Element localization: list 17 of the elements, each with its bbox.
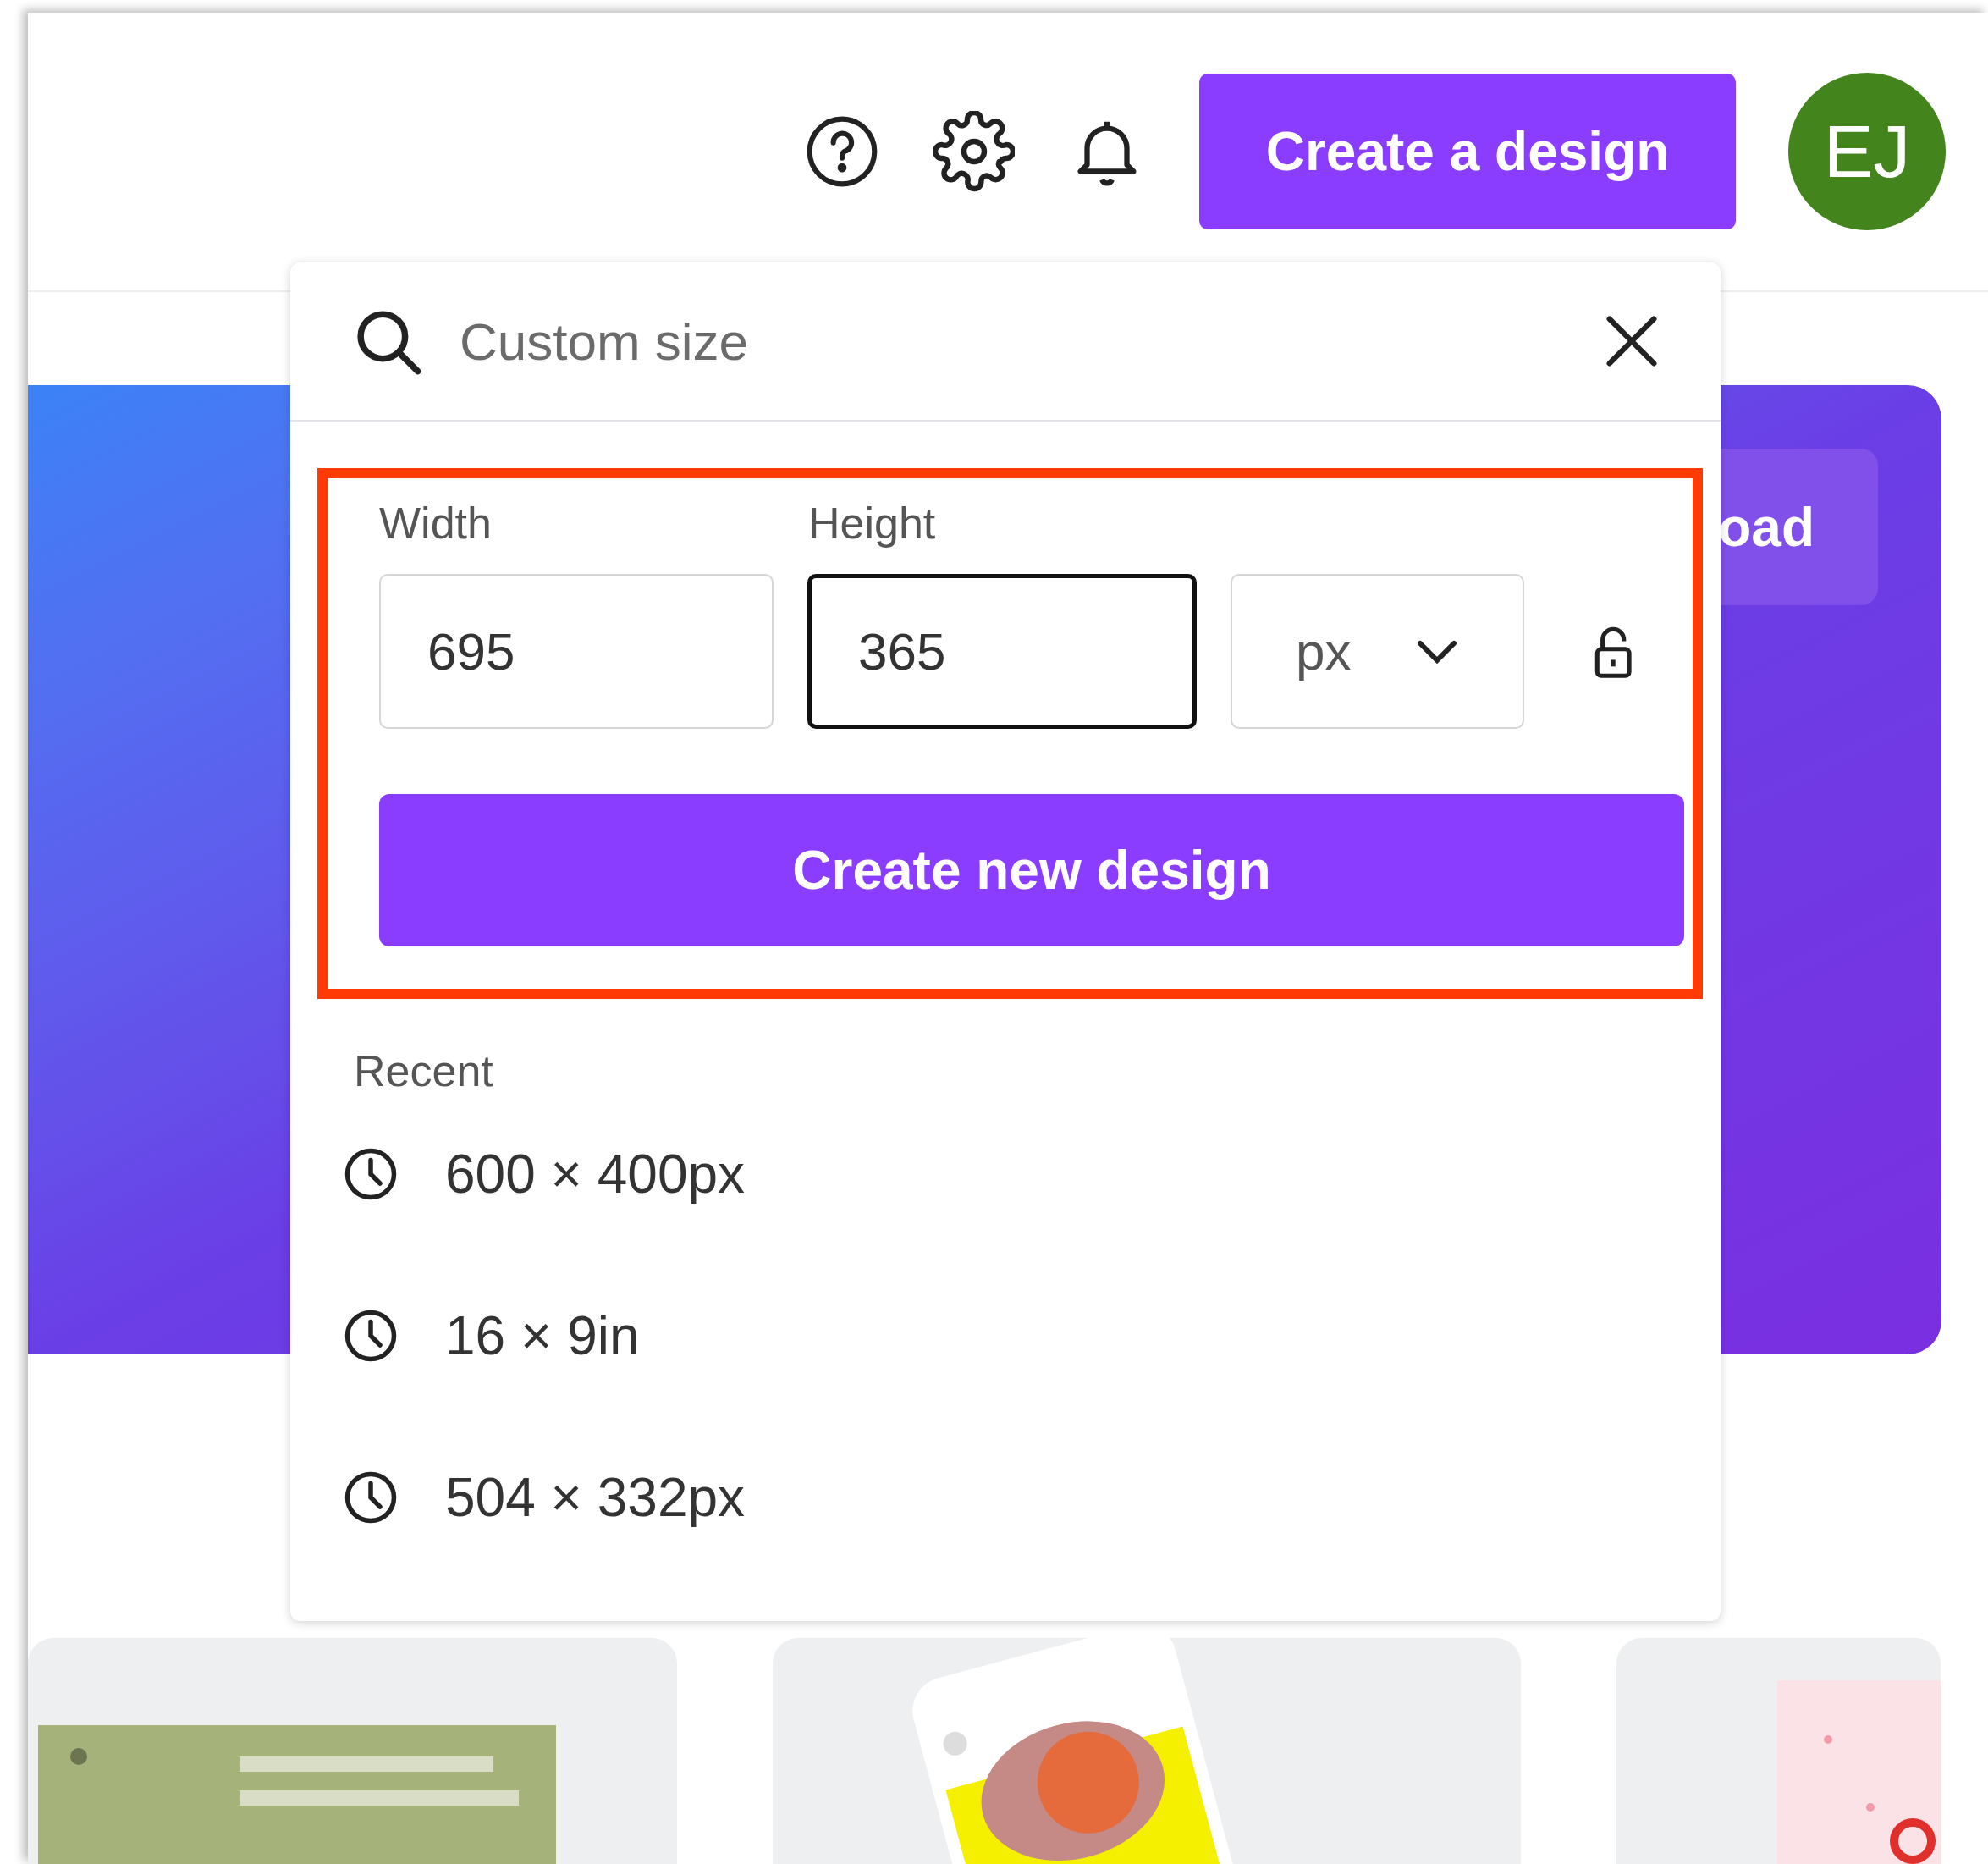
create-new-design-button[interactable]: Create new design: [379, 794, 1684, 946]
search-field[interactable]: Custom size: [460, 301, 1568, 381]
clock-icon: [343, 1146, 399, 1202]
height-field[interactable]: 365: [807, 574, 1197, 729]
create-design-button[interactable]: Create a design: [1199, 74, 1736, 229]
width-label: Width: [379, 498, 493, 549]
clock-icon: [343, 1308, 399, 1364]
recent-size-item[interactable]: 16 × 9in: [343, 1295, 1721, 1376]
recent-size-item[interactable]: 600 × 400px: [343, 1133, 1721, 1215]
height-label: Height: [808, 498, 936, 549]
recent-heading: Recent: [354, 1045, 494, 1097]
user-avatar[interactable]: EJ: [1788, 73, 1946, 230]
settings-icon[interactable]: [933, 111, 1015, 192]
unit-dropdown[interactable]: px: [1231, 574, 1524, 729]
width-field[interactable]: 695: [379, 574, 774, 729]
clock-icon: [343, 1470, 399, 1525]
recent-size-item[interactable]: 504 × 332px: [343, 1457, 1721, 1538]
